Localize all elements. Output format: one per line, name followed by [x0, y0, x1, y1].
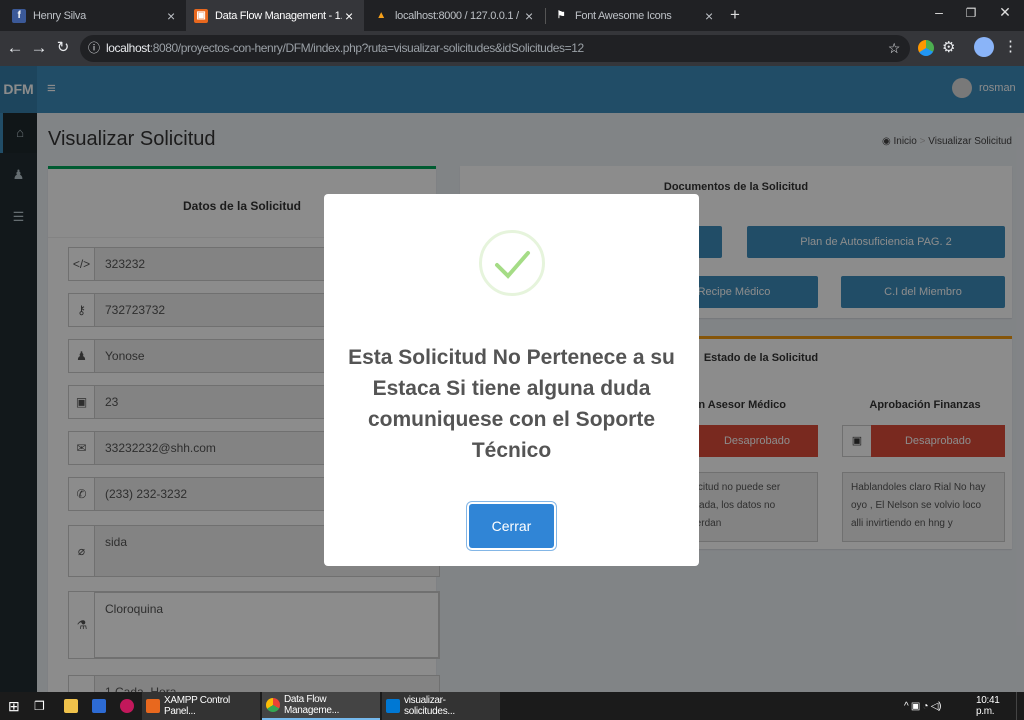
tab-title: Henry Silva — [33, 9, 86, 22]
tab-data-flow[interactable]: ▣ Data Flow Management - 1.0 × — [186, 0, 364, 31]
modal-message: Esta Solicitud No Pertenece a su Estaca … — [348, 346, 675, 462]
close-modal-button[interactable]: Cerrar — [469, 504, 554, 548]
bookmark-star-icon[interactable]: ☆ — [888, 35, 901, 62]
show-desktop[interactable] — [1016, 692, 1024, 720]
windows-start-icon[interactable]: ⊞ — [4, 692, 23, 720]
close-icon[interactable]: × — [702, 8, 716, 24]
flag-icon: ⚑ — [556, 10, 566, 21]
tab-phpmyadmin[interactable]: ▲ localhost:8000 / 127.0.0.1 / dfm / × — [366, 0, 544, 31]
info-icon: ⓘ — [88, 41, 100, 55]
tab-font-awesome[interactable]: ⚑ Font Awesome Icons × — [546, 0, 724, 31]
back-icon[interactable]: ← — [4, 37, 26, 59]
url-path: :8080/proyectos-con-henry/DFM/index.php?… — [149, 41, 584, 55]
app-icon[interactable] — [116, 692, 142, 720]
browser-toolbar: ← → ↻ ⓘ localhost:8080/proyectos-con-hen… — [0, 31, 1024, 66]
settings-gear-icon[interactable]: ⚙ — [942, 38, 955, 56]
tab-title: localhost:8000 / 127.0.0.1 / dfm / — [395, 9, 522, 22]
maximize-icon[interactable]: ❐ — [956, 6, 986, 20]
new-tab-icon[interactable]: + — [730, 5, 740, 25]
phpmyadmin-icon: ▲ — [376, 10, 386, 21]
reload-icon[interactable]: ↻ — [52, 37, 74, 59]
task-view-icon[interactable]: ❐ — [30, 692, 48, 720]
windows-taskbar: ⊞ ❐ XAMPP Control Panel... Data Flow Man… — [0, 692, 1024, 720]
extension-icon[interactable] — [918, 40, 934, 56]
tab-title: Font Awesome Icons — [575, 9, 672, 22]
success-check-icon — [479, 230, 545, 296]
minimize-icon[interactable]: – — [924, 4, 954, 20]
store-icon[interactable] — [88, 692, 114, 720]
forward-icon[interactable]: → — [28, 37, 50, 59]
window-close-icon[interactable]: ✕ — [990, 4, 1020, 21]
taskbar-chrome[interactable]: Data Flow Manageme... — [262, 692, 380, 720]
close-icon[interactable]: × — [522, 8, 536, 24]
profile-avatar[interactable] — [974, 37, 994, 57]
close-icon[interactable]: × — [342, 8, 356, 24]
menu-kebab-icon[interactable]: ⋮ — [1003, 37, 1018, 55]
browser-tab-bar: f Henry Silva × ▣ Data Flow Management -… — [0, 0, 1024, 31]
facebook-icon: f — [12, 8, 26, 23]
taskbar-vscode[interactable]: visualizar-solicitudes... — [382, 692, 500, 720]
alert-modal: Esta Solicitud No Pertenece a su Estaca … — [324, 194, 699, 566]
close-icon[interactable]: × — [164, 8, 178, 24]
taskbar-xampp[interactable]: XAMPP Control Panel... — [142, 692, 260, 720]
tab-title: Data Flow Management - 1.0 — [215, 9, 342, 22]
file-explorer-icon[interactable] — [60, 692, 86, 720]
xampp-icon: ▣ — [194, 8, 208, 23]
address-bar[interactable]: ⓘ localhost:8080/proyectos-con-henry/DFM… — [80, 35, 910, 62]
tab-henry-silva[interactable]: f Henry Silva × — [4, 0, 186, 31]
system-tray[interactable]: ^ ▣ ◔ ◁) — [900, 692, 945, 720]
url-host: localhost — [106, 41, 150, 55]
